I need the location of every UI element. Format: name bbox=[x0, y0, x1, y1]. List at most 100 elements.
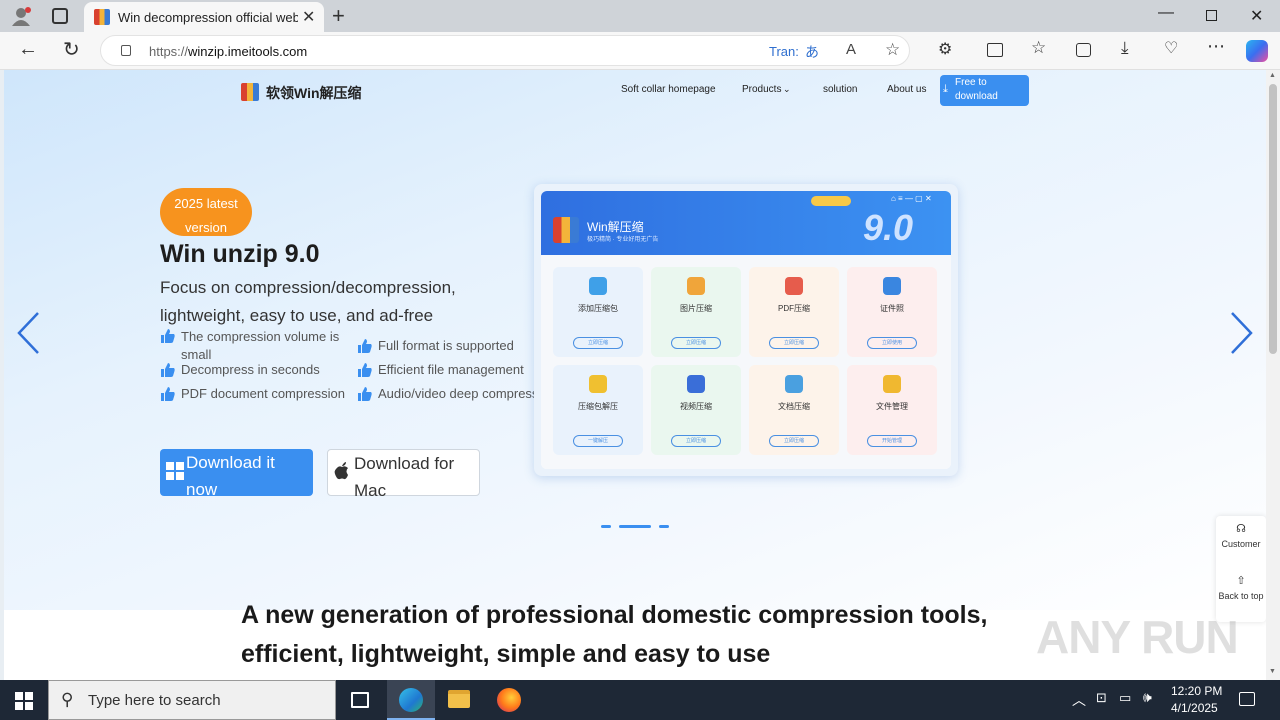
app-name: Win解压缩 bbox=[587, 220, 644, 234]
app-tagline: 极巧精简 · 专业好用无广告 bbox=[587, 237, 659, 243]
nav-solution[interactable]: solution bbox=[823, 84, 857, 95]
thumbs-up-icon bbox=[161, 329, 175, 343]
refresh-icon[interactable]: ↻ bbox=[63, 37, 80, 62]
card-icon bbox=[785, 375, 803, 393]
app-logo-icon bbox=[553, 217, 579, 243]
meet-now-icon[interactable]: ⊡ bbox=[1096, 690, 1107, 706]
minimize-button[interactable]: — bbox=[1158, 4, 1174, 22]
feature-text: Full format is supported bbox=[378, 338, 514, 353]
read-aloud-icon[interactable]: A bbox=[846, 41, 856, 58]
card-title: 文件管理 bbox=[876, 402, 908, 411]
close-window-button[interactable]: ✕ bbox=[1250, 6, 1263, 26]
task-view-icon[interactable] bbox=[351, 692, 369, 708]
hero-title: Win unzip 9.0 bbox=[160, 240, 320, 268]
new-tab-button[interactable]: + bbox=[332, 3, 345, 29]
network-icon[interactable]: ▭ bbox=[1119, 690, 1131, 706]
taskbar-firefox-icon[interactable] bbox=[497, 688, 521, 712]
page-scrollbar[interactable]: ▲ ▼ bbox=[1266, 70, 1280, 680]
nav-about[interactable]: About us bbox=[887, 84, 926, 95]
lock-icon[interactable] bbox=[121, 45, 131, 56]
anyrun-watermark: ANY RUN bbox=[1036, 610, 1239, 670]
scroll-down-arrow[interactable]: ▼ bbox=[1269, 668, 1276, 675]
tab-close-icon[interactable]: ✕ bbox=[302, 7, 315, 27]
carousel-dot[interactable] bbox=[659, 525, 669, 528]
card-title: 图片压缩 bbox=[680, 304, 712, 313]
hero-subtitle: Focus on compression/decompression, ligh… bbox=[160, 278, 456, 325]
nav-download-label: Free to download bbox=[955, 77, 998, 102]
translate-icon[interactable]: あ bbox=[805, 42, 819, 62]
feature-item: The compression volume is small bbox=[160, 328, 350, 364]
url-protocol: https:// bbox=[149, 44, 189, 59]
card-button: 立即使用 bbox=[867, 337, 917, 349]
download-mac-button[interactable]: Download for Mac bbox=[327, 449, 480, 500]
customer-service-button[interactable]: ☊ Customer bbox=[1216, 522, 1266, 566]
nav-products[interactable]: Products bbox=[742, 84, 781, 95]
version-mark: 9.0 bbox=[863, 207, 914, 248]
site-favicon bbox=[94, 9, 110, 25]
copilot-icon[interactable] bbox=[1246, 40, 1268, 62]
start-button[interactable] bbox=[15, 692, 33, 710]
windows-logo-icon bbox=[166, 462, 184, 480]
card-button: 一键解压 bbox=[573, 435, 623, 447]
card-button: 立即压缩 bbox=[769, 435, 819, 447]
tab-actions-icon[interactable] bbox=[52, 8, 68, 24]
chevron-down-icon: ⌄ bbox=[783, 84, 791, 94]
scrollbar-thumb[interactable] bbox=[1269, 84, 1277, 354]
download-windows-label: Download it now bbox=[186, 453, 275, 499]
card-title: 视频压缩 bbox=[680, 402, 712, 411]
split-screen-icon[interactable] bbox=[987, 43, 1003, 57]
card-button: 立即压缩 bbox=[769, 337, 819, 349]
side-tools-panel: ☊ Customer ⇧ Back to top bbox=[1216, 516, 1266, 622]
search-icon: ⚲ bbox=[61, 690, 74, 709]
app-feature-card: PDF压缩 立即压缩 bbox=[749, 267, 839, 357]
carousel-dot-active[interactable] bbox=[619, 525, 651, 528]
carousel-next-icon[interactable] bbox=[1226, 310, 1256, 356]
favorite-star-icon[interactable]: ☆ bbox=[885, 40, 900, 60]
show-hidden-icons[interactable]: ︿ bbox=[1072, 690, 1086, 710]
taskbar-explorer-icon[interactable] bbox=[448, 690, 470, 708]
download-mac-label: Download for Mac bbox=[354, 454, 455, 500]
performance-icon[interactable]: ♡ bbox=[1164, 38, 1178, 58]
address-bar[interactable]: https://winzip.imeitools.com Tran: あ A ☆ bbox=[100, 35, 910, 66]
clock-date[interactable]: 4/1/2025 bbox=[1171, 701, 1218, 715]
carousel-prev-icon[interactable] bbox=[14, 310, 44, 356]
scroll-up-arrow[interactable]: ▲ bbox=[1269, 72, 1276, 79]
browser-tab[interactable]: Win decompression official web ✕ bbox=[84, 2, 324, 32]
taskbar-search-box[interactable]: ⚲ Type here to search bbox=[48, 680, 336, 720]
apple-logo-icon bbox=[334, 462, 348, 480]
version-badge-text: 2025 latest version bbox=[174, 196, 238, 235]
download-windows-button[interactable]: Download it now bbox=[160, 449, 313, 499]
notifications-icon[interactable] bbox=[1239, 692, 1255, 706]
maximize-button[interactable] bbox=[1206, 10, 1217, 21]
site-logo-text[interactable]: 软领Win解压缩 bbox=[266, 83, 362, 103]
feature-text: PDF document compression bbox=[181, 386, 346, 401]
app-preview-header: Win解压缩 极巧精简 · 专业好用无广告 9.0 ⌂ ≡ — ▢ ✕ bbox=[541, 191, 951, 255]
translate-label[interactable]: Tran: bbox=[769, 44, 799, 59]
site-logo-icon[interactable] bbox=[241, 83, 259, 101]
feature-item: Efficient file management bbox=[357, 362, 524, 378]
downloads-icon[interactable]: ⤓ bbox=[1121, 38, 1129, 58]
app-feature-card: 文件管理 开始管理 bbox=[847, 365, 937, 455]
nav-home[interactable]: Soft collar homepage bbox=[621, 84, 716, 95]
hero-section: 软领Win解压缩 Soft collar homepage Products ⌄… bbox=[4, 70, 1266, 610]
taskbar-edge-icon[interactable] bbox=[387, 680, 435, 720]
app-feature-card: 图片压缩 立即压缩 bbox=[651, 267, 741, 357]
feature-text: Efficient file management bbox=[378, 362, 524, 377]
clock-time[interactable]: 12:20 PM bbox=[1171, 684, 1222, 698]
browser-title-bar: Win decompression official web ✕ + — ✕ bbox=[0, 0, 1280, 32]
back-icon[interactable]: ← bbox=[18, 38, 38, 61]
card-icon bbox=[687, 277, 705, 295]
page-viewport: 软领Win解压缩 Soft collar homepage Products ⌄… bbox=[0, 70, 1266, 680]
app-feature-card: 添加压缩包 立即压缩 bbox=[553, 267, 643, 357]
collections-icon[interactable] bbox=[1076, 43, 1091, 57]
extensions-icon[interactable]: ⚙ bbox=[938, 39, 952, 59]
nav-download-button[interactable]: ⤓ Free to download bbox=[940, 75, 1029, 106]
app-preview-window: Win解压缩 极巧精简 · 专业好用无广告 9.0 ⌂ ≡ — ▢ ✕ 添加压缩… bbox=[541, 191, 951, 469]
more-menu-icon[interactable]: ⋯ bbox=[1207, 36, 1225, 57]
thumbs-up-icon bbox=[161, 387, 175, 401]
volume-icon[interactable]: 🕪 bbox=[1143, 689, 1152, 706]
profile-icon[interactable] bbox=[10, 6, 32, 26]
favorites-icon[interactable]: ☆ bbox=[1031, 38, 1046, 58]
search-placeholder: Type here to search bbox=[88, 692, 221, 709]
carousel-dot[interactable] bbox=[601, 525, 611, 528]
